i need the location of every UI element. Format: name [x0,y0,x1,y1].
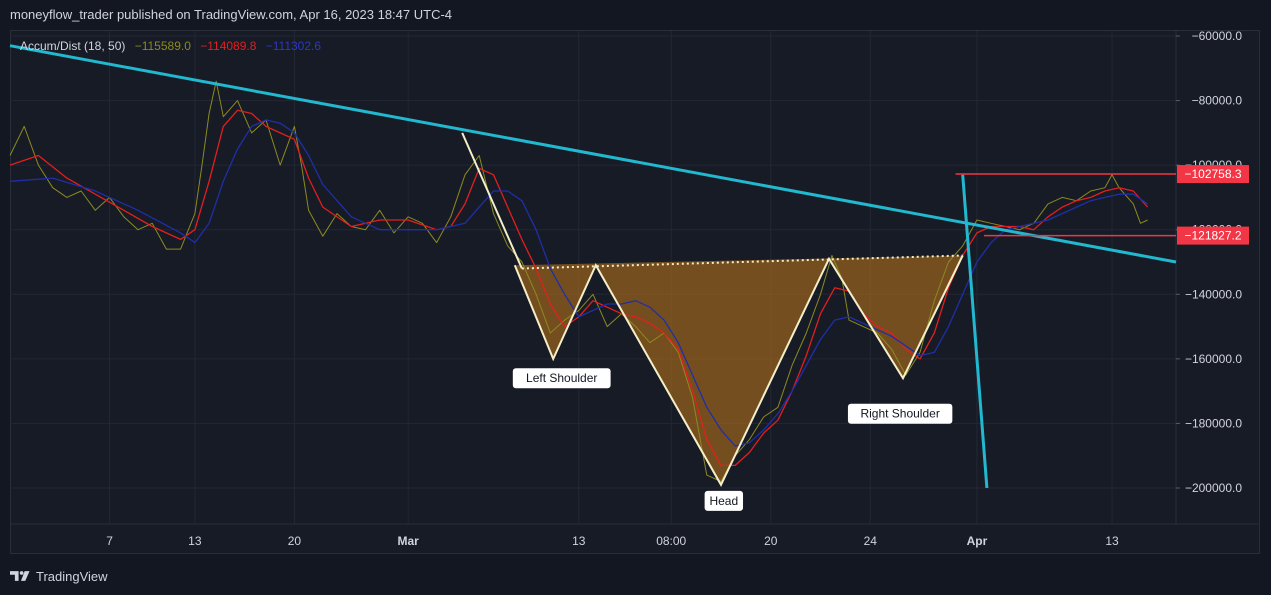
tradingview-logo-icon [10,571,30,581]
footer: TradingView [10,565,108,587]
level-badge-label: −121827.2 [1184,229,1241,243]
x-tick-label: 20 [288,534,302,548]
x-tick-label: 08:00 [656,534,686,548]
indicator-value-fast: −114089.8 [200,39,257,53]
level-badge-label: −102758.3 [1184,167,1241,181]
indicator-name[interactable]: Accum/Dist (18, 50) [20,39,125,53]
x-tick-label: 13 [572,534,586,548]
x-tick-label: 20 [764,534,778,548]
x-tick-label: Mar [397,534,419,548]
y-tick-label: −80000.0 [1192,94,1243,108]
y-tick-label: −60000.0 [1192,29,1243,43]
indicator-value-slow: −111302.6 [265,39,322,53]
indicator-legend[interactable]: Accum/Dist (18, 50) −115589.0 −114089.8 … [20,39,327,53]
x-tick-label: 24 [864,534,878,548]
x-tick-label: 13 [188,534,202,548]
y-tick-label: −140000.0 [1185,287,1242,301]
y-tick-label: −200000.0 [1185,481,1242,495]
y-tick-label: −180000.0 [1185,416,1242,430]
pattern-label: Right Shoulder [860,407,939,421]
pattern-label: Left Shoulder [526,371,597,385]
chart-canvas[interactable]: −60000.0−80000.0−100000.0−120000.0−14000… [0,0,1271,595]
x-tick-label: 7 [106,534,113,548]
y-tick-label: −160000.0 [1185,352,1242,366]
x-tick-label: 13 [1105,534,1119,548]
pattern-label: Head [709,494,738,508]
pattern-lead-in[interactable] [461,132,523,269]
indicator-value-raw: −115589.0 [134,39,191,53]
footer-brand: TradingView [36,568,108,584]
x-tick-label: Apr [967,534,988,548]
